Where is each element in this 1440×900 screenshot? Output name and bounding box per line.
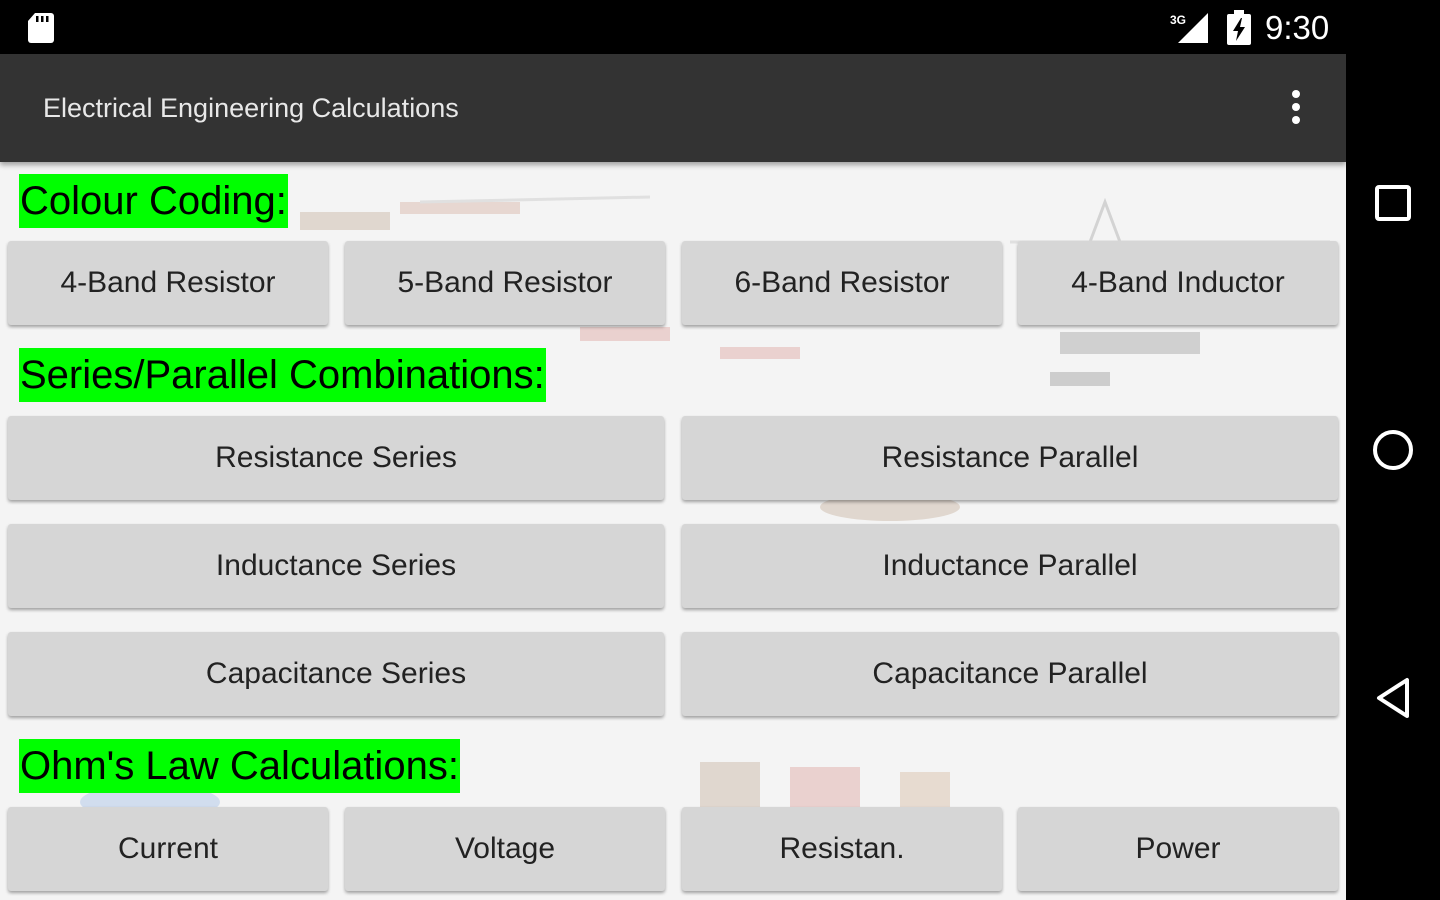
resistance-parallel-button[interactable]: Resistance Parallel [682,416,1338,500]
inductance-series-button[interactable]: Inductance Series [8,524,664,608]
resistance-button[interactable]: Resistan. [682,807,1002,891]
power-button[interactable]: Power [1018,807,1338,891]
capacitance-series-button[interactable]: Capacitance Series [8,632,664,716]
section-title-series-parallel: Series/Parallel Combinations: [19,348,546,402]
status-bar: 3G 9:30 [0,0,1440,54]
main-content[interactable]: Colour Coding: 4-Band Resistor 5-Band Re… [0,162,1346,900]
recents-square-icon [1375,185,1411,221]
resistance-series-button[interactable]: Resistance Series [8,416,664,500]
back-triangle-icon [1377,678,1409,718]
four-band-resistor-button[interactable]: 4-Band Resistor [8,241,328,325]
section-title-colour-coding: Colour Coding: [19,174,288,228]
network-type-label: 3G [1170,13,1186,27]
sd-card-icon [28,13,54,43]
status-clock: 9:30 [1265,9,1330,46]
voltage-button[interactable]: Voltage [345,807,665,891]
recents-button[interactable] [1368,178,1418,228]
home-circle-icon [1373,430,1413,470]
five-band-resistor-button[interactable]: 5-Band Resistor [345,241,665,325]
section-title-ohms-law: Ohm's Law Calculations: [19,739,460,793]
battery-charging-icon [1227,10,1251,45]
app-title: Electrical Engineering Calculations [43,93,459,123]
four-band-inductor-button[interactable]: 4-Band Inductor [1018,241,1338,325]
home-button[interactable] [1368,425,1418,475]
six-band-resistor-button[interactable]: 6-Band Resistor [682,241,1002,325]
app-bar: Electrical Engineering Calculations [0,54,1346,162]
system-navigation-bar [1346,54,1440,900]
inductance-parallel-button[interactable]: Inductance Parallel [682,524,1338,608]
signal-icon: 3G [1170,13,1208,43]
current-button[interactable]: Current [8,807,328,891]
screen: 3G 9:30 Electrical Engineering Calculati… [0,0,1440,900]
more-vertical-icon[interactable] [1281,88,1311,128]
back-button[interactable] [1368,673,1418,723]
capacitance-parallel-button[interactable]: Capacitance Parallel [682,632,1338,716]
